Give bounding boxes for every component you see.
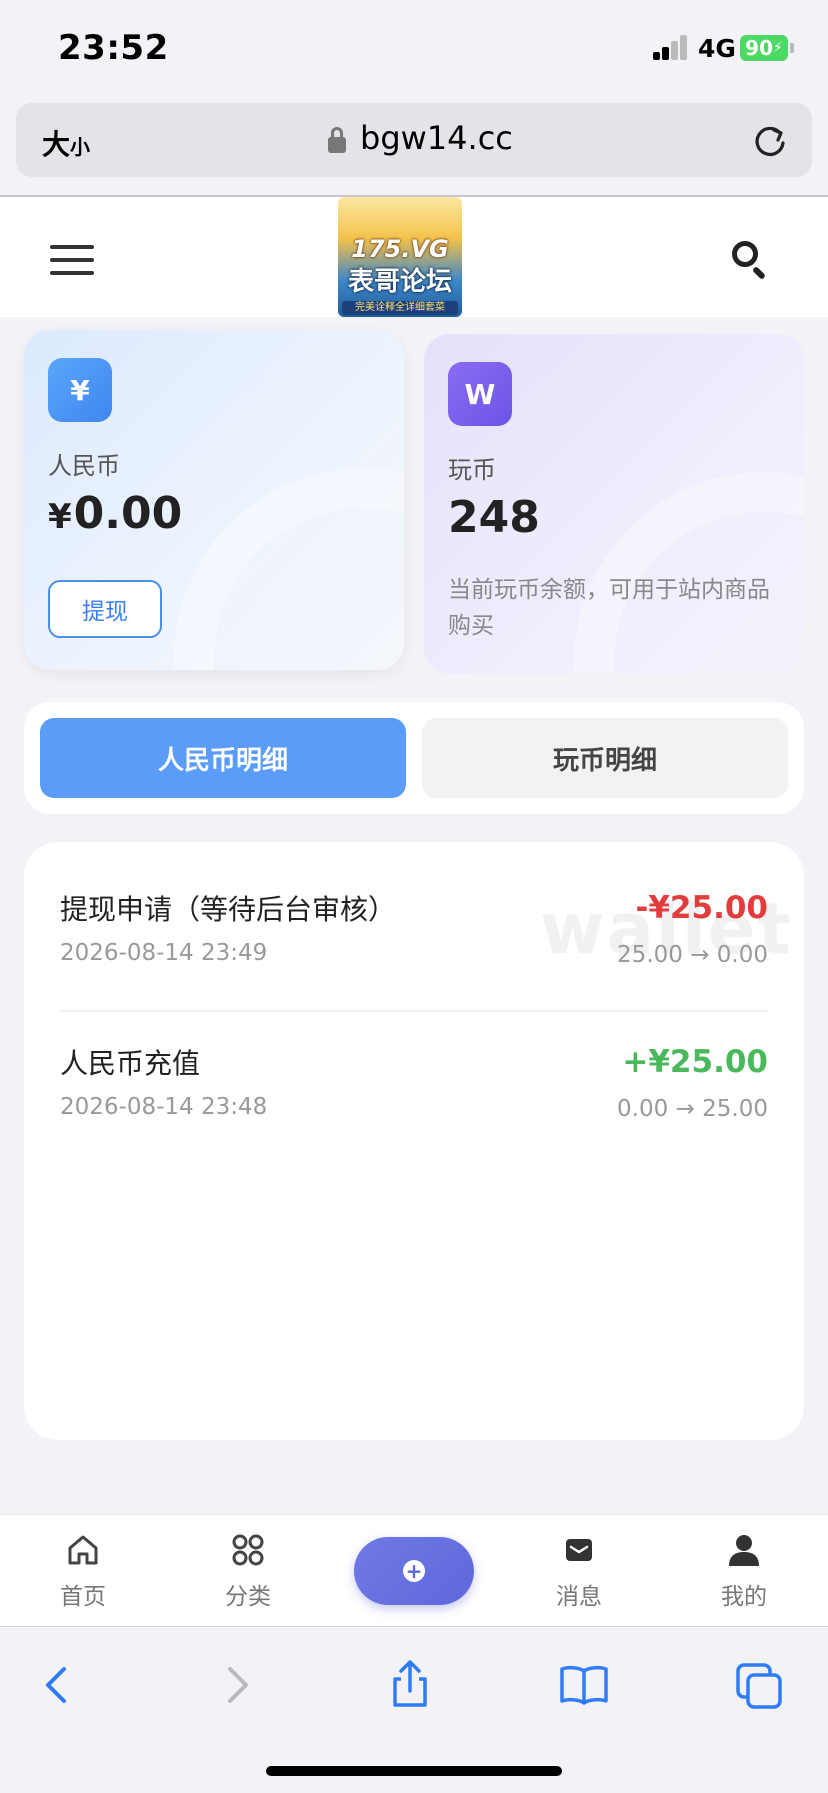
battery-icon: 90 ⚡	[740, 35, 788, 61]
coin-amount: 248	[448, 492, 540, 543]
battery-tip	[790, 43, 794, 53]
tab-coin-details[interactable]: 玩币明细	[422, 718, 788, 798]
share-icon[interactable]	[382, 1657, 438, 1713]
home-indicator[interactable]	[266, 1766, 562, 1776]
bottom-navigation: 首页 分类 + 消息 我的	[0, 1514, 828, 1627]
yuan-icon: ¥	[48, 358, 112, 422]
card-decoration	[174, 468, 404, 670]
menu-icon[interactable]	[50, 245, 94, 275]
nav-home[interactable]: 首页	[28, 1533, 138, 1611]
rmb-amount-value: 0.00	[73, 488, 183, 539]
row-divider	[60, 1010, 768, 1012]
network-type: 4G	[698, 34, 736, 63]
site-header: 175.VG 表哥论坛 完美诠释全详细套菜	[0, 197, 828, 317]
transaction-title: 提现申请（等待后台审核）	[60, 893, 397, 926]
tabs-icon[interactable]	[732, 1657, 788, 1713]
forward-icon[interactable]	[208, 1657, 264, 1713]
nav-category-label: 分类	[225, 1584, 271, 1610]
coin-description: 当前玩币余额，可用于站内商品购买	[448, 577, 770, 639]
logo-line3: 完美诠释全详细套菜	[342, 301, 458, 315]
nav-messages-label: 消息	[556, 1584, 602, 1610]
mail-icon	[566, 1539, 592, 1561]
nav-messages[interactable]: 消息	[524, 1533, 634, 1611]
search-icon[interactable]	[732, 241, 770, 281]
transaction-amount: -¥25.00	[635, 890, 769, 926]
lock-icon	[328, 127, 346, 153]
transaction-row[interactable]: 人民币充值 2026-08-14 23:48 +¥25.00 0.00 → 25…	[60, 1042, 768, 1192]
rmb-currency-symbol: ¥	[48, 497, 72, 537]
logo-line2: 表哥论坛	[347, 267, 452, 297]
nav-profile-label: 我的	[721, 1584, 767, 1610]
text-size-button[interactable]: 大小	[42, 123, 90, 163]
bookmarks-icon[interactable]	[556, 1657, 612, 1713]
site-logo[interactable]: 175.VG 表哥论坛 完美诠释全详细套菜	[338, 197, 462, 317]
transaction-date: 2026-08-14 23:49	[60, 940, 268, 966]
publish-button[interactable]: +	[354, 1537, 474, 1605]
transaction-date: 2026-08-14 23:48	[60, 1094, 268, 1120]
transaction-balance-change: 0.00 → 25.00	[617, 1096, 768, 1122]
transaction-amount: +¥25.00	[622, 1044, 768, 1080]
transaction-list: wallet 提现申请（等待后台审核） 2026-08-14 23:49 -¥2…	[24, 842, 804, 1440]
nav-profile[interactable]: 我的	[689, 1533, 799, 1611]
back-icon[interactable]	[30, 1657, 86, 1713]
withdraw-button[interactable]: 提现	[48, 580, 162, 638]
tab-rmb-details[interactable]: 人民币明细	[40, 718, 406, 798]
rmb-label: 人民币	[48, 452, 120, 480]
reload-icon[interactable]	[750, 121, 790, 161]
transaction-balance-change: 25.00 → 0.00	[617, 942, 768, 968]
nav-category[interactable]: 分类	[193, 1533, 303, 1611]
transaction-row[interactable]: 提现申请（等待后台审核） 2026-08-14 23:49 -¥25.00 25…	[60, 888, 768, 1038]
status-bar: 23:52 4G 90 ⚡	[0, 0, 828, 100]
user-icon	[729, 1535, 759, 1566]
grid-icon	[232, 1534, 264, 1566]
url-domain[interactable]: bgw14.cc	[360, 119, 513, 157]
detail-tabs: 人民币明细 玩币明细	[24, 702, 804, 814]
nav-home-label: 首页	[60, 1584, 106, 1610]
rmb-balance-card: ¥ 人民币 ¥0.00 提现	[24, 330, 404, 670]
coin-w-icon: W	[448, 362, 512, 426]
battery-level: 90	[745, 36, 773, 60]
coin-balance-card: W 玩币 248 当前玩币余额，可用于站内商品购买	[424, 334, 804, 674]
address-bar[interactable]: 大小 bgw14.cc	[16, 103, 812, 177]
transaction-title: 人民币充值	[60, 1047, 201, 1080]
plus-circle-icon: +	[403, 1560, 425, 1582]
status-time: 23:52	[58, 28, 169, 68]
text-size-big: 大	[42, 128, 71, 161]
rmb-amount: ¥0.00	[48, 488, 182, 539]
home-icon	[68, 1535, 98, 1565]
coin-label: 玩币	[448, 456, 496, 484]
signal-icon	[653, 34, 689, 60]
logo-line1: 175.VG	[351, 235, 449, 263]
text-size-small: 小	[70, 135, 91, 159]
